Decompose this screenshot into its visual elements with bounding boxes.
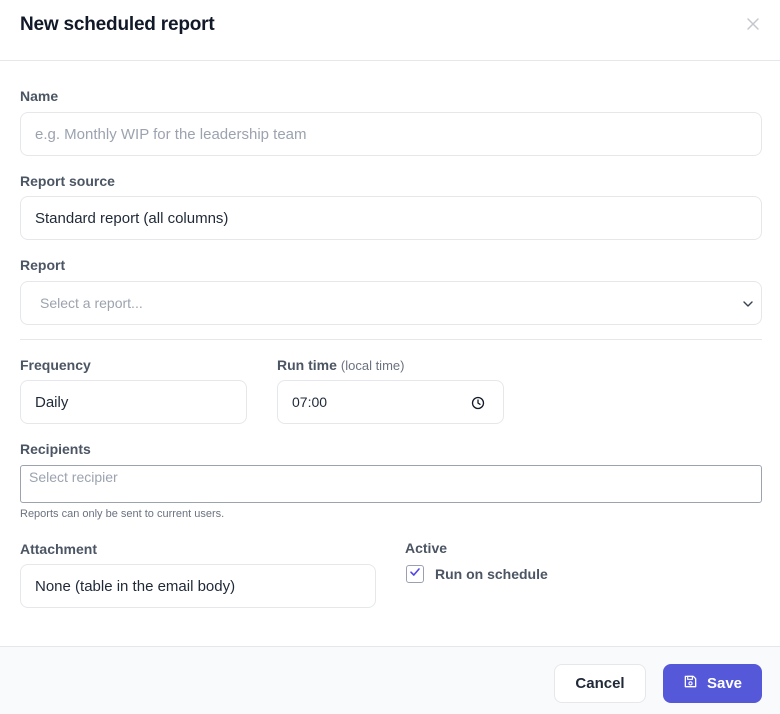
- name-label: Name: [20, 88, 59, 104]
- dialog-title: New scheduled report: [20, 14, 215, 35]
- frequency-select[interactable]: Daily: [20, 380, 247, 424]
- scheduled-report-dialog: New scheduled report Name e.g. Monthly W…: [0, 0, 780, 714]
- recipients-placeholder: Select recipier: [29, 469, 118, 485]
- floppy-disk-icon: [683, 674, 698, 693]
- section-divider: [20, 339, 762, 340]
- run-time-input[interactable]: 07:00: [277, 380, 504, 424]
- dialog-header: New scheduled report: [0, 0, 780, 61]
- cancel-button[interactable]: Cancel: [554, 664, 646, 703]
- run-on-schedule-checkbox[interactable]: [406, 565, 424, 583]
- report-select[interactable]: Select a report...: [20, 281, 762, 325]
- dialog-footer: Cancel Save: [0, 646, 780, 714]
- clock-icon[interactable]: [471, 396, 485, 410]
- run-time-label: Run time (local time): [277, 357, 404, 373]
- check-icon: [409, 565, 421, 583]
- active-label: Active: [405, 540, 448, 556]
- report-label: Report: [20, 257, 66, 273]
- attachment-label: Attachment: [20, 541, 98, 557]
- save-label: Save: [706, 675, 743, 692]
- report-source-label: Report source: [20, 173, 115, 189]
- recipients-helper-text: Reports can only be sent to current user…: [20, 508, 225, 520]
- report-placeholder: Select a report...: [40, 295, 143, 311]
- recipients-label: Recipients: [20, 441, 91, 457]
- run-time-label-text: Run time: [277, 357, 337, 373]
- chevron-down-icon: [741, 297, 755, 311]
- run-on-schedule-label[interactable]: Run on schedule: [435, 566, 548, 582]
- save-button[interactable]: Save: [663, 664, 762, 703]
- frequency-label: Frequency: [20, 357, 91, 373]
- report-source-select[interactable]: Standard report (all columns): [20, 196, 762, 240]
- attachment-select[interactable]: None (table in the email body): [20, 564, 376, 608]
- frequency-value: Daily: [35, 393, 69, 411]
- attachment-value: None (table in the email body): [35, 577, 236, 595]
- run-time-hint: (local time): [340, 358, 405, 373]
- close-icon[interactable]: [743, 14, 763, 34]
- name-input[interactable]: e.g. Monthly WIP for the leadership team: [20, 112, 762, 156]
- name-placeholder: e.g. Monthly WIP for the leadership team: [35, 125, 307, 143]
- report-source-value: Standard report (all columns): [35, 209, 229, 227]
- run-time-value: 07:00: [292, 394, 328, 410]
- recipients-select[interactable]: Select recipier: [20, 465, 762, 503]
